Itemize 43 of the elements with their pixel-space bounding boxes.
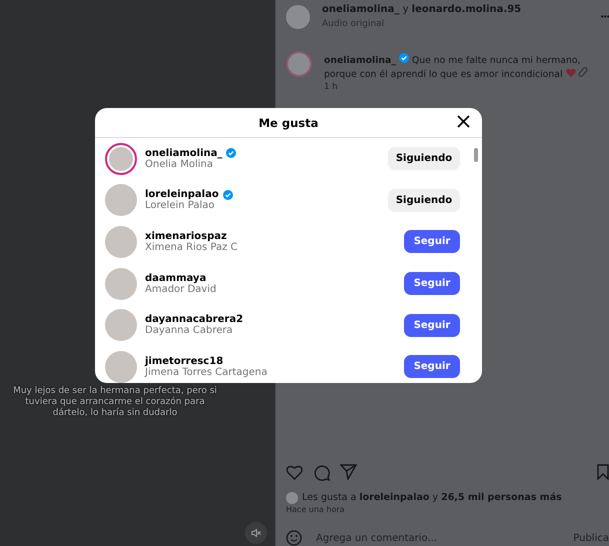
follow-button[interactable]: Seguir	[404, 355, 460, 378]
following-button[interactable]: Siguiendo	[388, 147, 460, 170]
comment-field[interactable]: Agrega un comentario...	[314, 532, 562, 544]
comment-icon[interactable]	[313, 464, 330, 481]
full-name: Jimena Torres Cartagena	[145, 366, 268, 378]
verified-icon	[398, 52, 409, 63]
full-name: Lorelein Palao	[145, 200, 215, 212]
more-icon[interactable]	[601, 15, 609, 18]
emoji-icon[interactable]	[286, 530, 302, 546]
username[interactable]: loreleinpalao	[145, 189, 219, 200]
follow-button[interactable]: Seguir	[404, 314, 460, 337]
follow-button[interactable]: Seguir	[404, 272, 460, 296]
avatar[interactable]	[286, 50, 312, 77]
muted-speaker-icon	[251, 528, 261, 538]
video-subtitle: Muy lejos de ser la hermana perfecta, pero si tuviera que arrancarme el corazón para dártelo, lo haría sin dudarlo	[12, 386, 218, 418]
username[interactable]: daammaya	[145, 272, 206, 284]
avatar[interactable]	[286, 4, 310, 29]
username[interactable]: jimetorresc18	[145, 356, 224, 367]
bookmark-icon[interactable]	[597, 464, 609, 480]
close-button[interactable]	[455, 113, 472, 130]
caption-time: 1 h	[324, 81, 338, 94]
username[interactable]: dayannacabrera2	[145, 314, 244, 326]
following-button[interactable]: Siguiendo	[388, 188, 460, 212]
heart-icon[interactable]	[286, 464, 303, 480]
full-name: Amador David	[145, 284, 216, 295]
bandage-icon	[578, 67, 588, 78]
muted-button[interactable]	[245, 522, 267, 544]
verified-icon	[226, 148, 236, 158]
full-name: Dayanna Cabrera	[145, 325, 234, 336]
send-icon[interactable]	[340, 464, 357, 480]
full-name: Ximena Rios Paz C	[145, 242, 238, 253]
username[interactable]: oneliamolina_	[145, 148, 222, 159]
post-caption: oneliamolina_ Que no me falte nunca mi hermano, porque con él aprendí lo que es amor incondicional	[324, 52, 609, 82]
dialog-title: Me gusta	[258, 116, 318, 130]
avatar[interactable]	[286, 492, 298, 504]
full-name: Onelia Molina	[145, 158, 214, 170]
heart-icon	[566, 68, 576, 78]
follow-button[interactable]: Seguir	[404, 230, 460, 254]
scrollbar-thumb[interactable]	[474, 148, 478, 162]
avatar[interactable]	[105, 142, 137, 175]
verified-icon	[222, 190, 233, 200]
username[interactable]: ximenariospaz	[145, 230, 227, 242]
post-time: Hace una hora	[286, 504, 346, 516]
